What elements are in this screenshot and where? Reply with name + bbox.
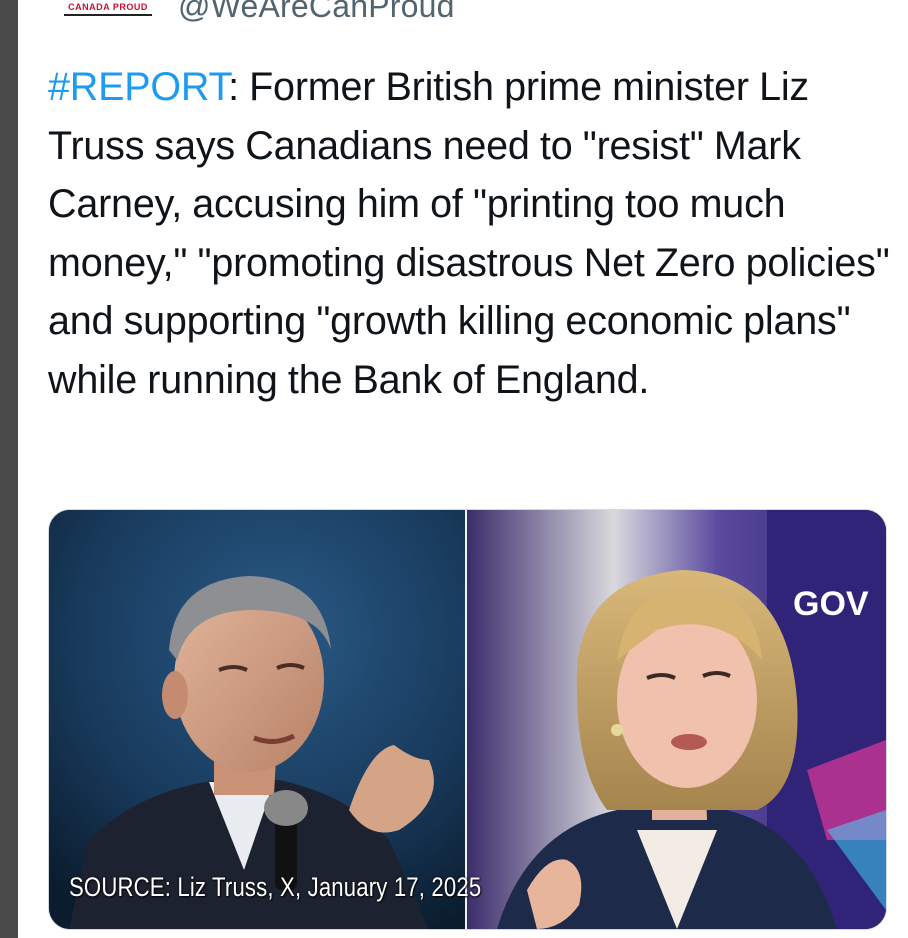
account-handle[interactable]: @WeAreCanProud: [178, 0, 455, 25]
account-logo[interactable]: CANADA PROUD: [60, 0, 156, 16]
backdrop-text: GOV: [793, 585, 869, 623]
photo-left: [49, 510, 465, 929]
image-caption: SOURCE: Liz Truss, X, January 17, 2025: [69, 872, 482, 902]
logo-text: CANADA PROUD: [64, 2, 152, 16]
tweet-media[interactable]: GOV SOURCE: Liz Truss, X, January 17, 20…: [48, 509, 887, 930]
tweet-body: : Former British prime minister Liz Trus…: [48, 65, 890, 402]
photo-right: GOV: [467, 510, 886, 929]
tweet-header: CANADA PROUD @WeAreCanProud: [18, 0, 908, 40]
left-rail: [0, 0, 18, 938]
tweet-text: #REPORT: Former British prime minister L…: [48, 58, 898, 409]
hashtag-link[interactable]: #REPORT: [48, 65, 228, 109]
